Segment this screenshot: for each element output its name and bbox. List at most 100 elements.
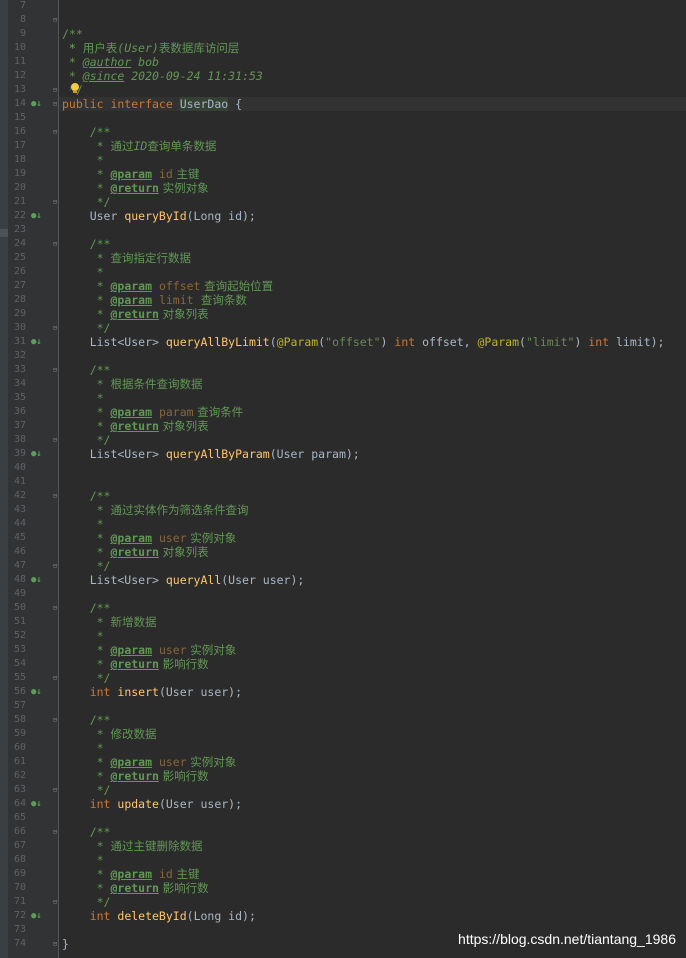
code-line[interactable]: * @return 实例对象 [59,181,686,195]
fold-marker-icon[interactable]: ⊟ [53,13,59,27]
code-line[interactable]: * [59,741,686,755]
code-line[interactable]: * @return 影响行数 [59,881,686,895]
code-line[interactable]: */ [59,895,686,909]
code-line[interactable]: * 通过实体作为筛选条件查询 [59,503,686,517]
code-line[interactable] [59,699,686,713]
code-line[interactable]: * @return 对象列表 [59,307,686,321]
code-line[interactable]: * [59,265,686,279]
code-line[interactable]: /** [59,363,686,377]
code-line[interactable]: * [59,517,686,531]
code-line[interactable]: int update(User user); [59,797,686,811]
code-line[interactable] [59,0,686,13]
code-line[interactable]: */ [59,321,686,335]
javadoc-tag: @param [110,755,153,769]
implemented-icon[interactable]: ●↓ [31,797,43,811]
code-line[interactable]: */ [59,83,686,97]
code-line[interactable] [59,223,686,237]
code-line[interactable]: List<User> queryAllByParam(User param); [59,447,686,461]
code-line[interactable]: * @param id 主键 [59,867,686,881]
code-line[interactable]: */ [59,195,686,209]
code-line-current[interactable]: public interface UserDao { [59,97,686,111]
implemented-icon[interactable]: ●↓ [31,909,43,923]
code-line[interactable]: /** [59,13,686,41]
fold-marker-icon[interactable]: ⊟ [53,363,59,377]
code-line[interactable]: * @return 对象列表 [59,545,686,559]
fold-marker-icon[interactable]: ⊟ [53,97,59,111]
code-line[interactable] [59,461,686,475]
fold-marker-icon[interactable]: ⊟ [53,433,59,447]
code-line[interactable]: * @param id 主键 [59,167,686,181]
fold-marker-icon[interactable]: ⊟ [53,671,59,685]
code-line[interactable]: * [59,153,686,167]
implemented-icon[interactable]: ●↓ [31,447,43,461]
code-line[interactable]: /** [59,825,686,839]
method-name: queryAll [165,573,222,587]
implemented-icon[interactable]: ●↓ [31,685,43,699]
code-line[interactable]: * 通过ID查询单条数据 [59,139,686,153]
code-line[interactable] [59,587,686,601]
fold-marker-icon[interactable]: ⊟ [53,321,59,335]
code-line[interactable]: int deleteById(Long id); [59,909,686,923]
code-line[interactable]: * 查询指定行数据 [59,251,686,265]
code-line[interactable]: * @return 对象列表 [59,419,686,433]
code-line[interactable]: * @param offset 查询起始位置 [59,279,686,293]
code-line[interactable]: * [59,853,686,867]
code-line[interactable]: */ [59,671,686,685]
code-line[interactable]: /** [59,237,686,251]
fold-marker-icon[interactable]: ⊟ [53,237,59,251]
code-line[interactable]: * [59,629,686,643]
fold-marker-icon[interactable]: ⊟ [53,713,59,727]
code-line[interactable]: * @since 2020-09-24 11:31:53 [59,69,686,83]
code-line[interactable]: * @param limit 查询条数 [59,293,686,307]
fold-marker-icon[interactable]: ⊟ [53,83,59,97]
line-number: 37 [13,420,26,431]
fold-marker-icon[interactable]: ⊟ [53,601,59,615]
code-line[interactable]: * 新增数据 [59,615,686,629]
code-line[interactable]: * 根据条件查询数据 [59,377,686,391]
fold-marker-icon[interactable]: ⊟ [53,125,59,139]
code-line[interactable]: * @param user 实例对象 [59,643,686,657]
code-line[interactable]: * 修改数据 [59,727,686,741]
implemented-icon[interactable]: ●↓ [31,335,43,349]
code-line[interactable]: /** [59,125,686,139]
code-line[interactable]: * @param user 实例对象 [59,531,686,545]
code-line[interactable] [59,475,686,489]
code-line[interactable]: * [59,41,686,55]
code-line[interactable]: * @param param 查询条件 [59,405,686,419]
implemented-icon[interactable]: ●↓ [31,209,43,223]
lightbulb-icon[interactable] [70,83,80,95]
line-number: 24 [13,238,26,249]
code-line[interactable]: /** [59,489,686,503]
fold-marker-icon[interactable]: ⊟ [53,825,59,839]
code-line[interactable]: int insert(User user); [59,685,686,699]
code-line[interactable]: * 通过主键删除数据 [59,839,686,853]
code-line[interactable]: * @return 影响行数 [59,657,686,671]
code-line[interactable]: List<User> queryAllByLimit(@Param("offse… [59,335,686,349]
code-line[interactable]: List<User> queryAll(User user); [59,573,686,587]
code-line[interactable]: */ [59,433,686,447]
fold-marker-icon[interactable]: ⊟ [53,937,59,951]
fold-marker-icon[interactable]: ⊟ [53,783,59,797]
line-number: 17 [13,140,26,151]
code-line[interactable]: */ [59,783,686,797]
fold-marker-icon[interactable]: ⊟ [53,895,59,909]
code-line[interactable] [59,111,686,125]
fold-marker-icon[interactable]: ⊟ [53,559,59,573]
code-line[interactable]: User queryById(Long id); [59,209,686,223]
code-line[interactable]: * [59,391,686,405]
code-line[interactable]: /** [59,601,686,615]
code-line[interactable] [59,349,686,363]
code-line[interactable]: /** [59,713,686,727]
fold-marker-icon[interactable]: ⊟ [53,489,59,503]
fold-marker-icon[interactable]: ⊟ [53,195,59,209]
code-line[interactable] [59,811,686,825]
implemented-icon[interactable]: ●↓ [31,97,43,111]
code-line[interactable]: * 用户表(User)表数据库访问层 [59,27,686,55]
code-line[interactable]: * @return 影响行数 [59,769,686,783]
line-number: 57 [13,700,26,711]
code-line[interactable]: */ [59,559,686,573]
code-line[interactable]: * @param user 实例对象 [59,755,686,769]
method-name: update [117,797,159,811]
code-line[interactable]: * @author bob [59,55,686,69]
implemented-icon[interactable]: ●↓ [31,573,43,587]
